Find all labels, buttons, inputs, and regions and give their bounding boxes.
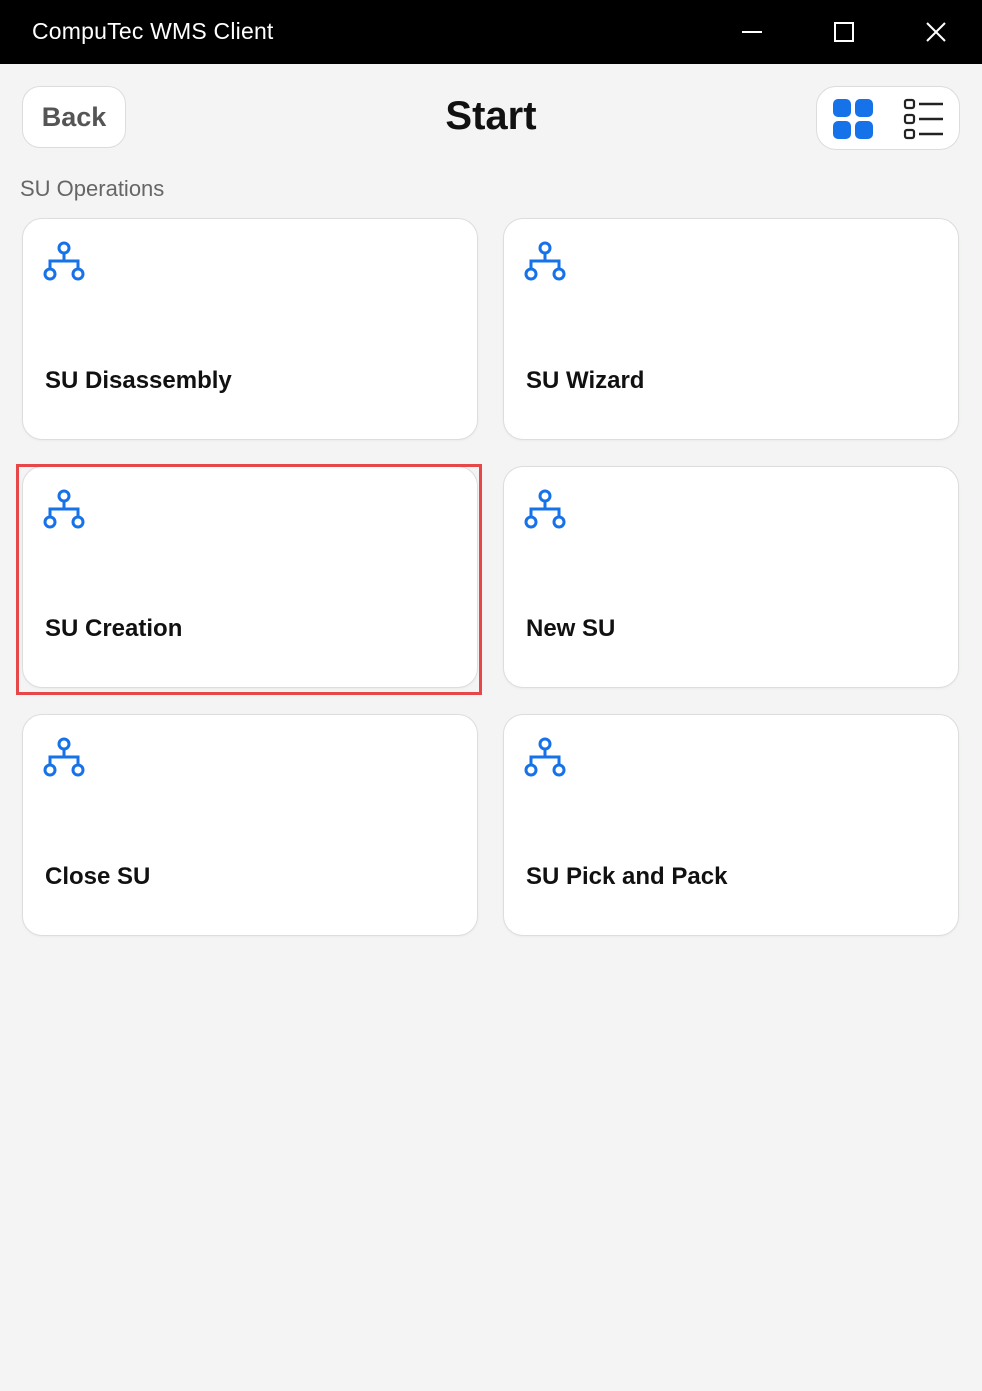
tile-su-pick-and-pack[interactable]: SU Pick and Pack (503, 714, 959, 936)
list-view-icon (903, 98, 943, 140)
grid-view-button[interactable] (831, 97, 875, 141)
hierarchy-icon (43, 241, 85, 281)
tile-label: New SU (526, 615, 616, 642)
tile-label: Close SU (45, 863, 151, 890)
grid-view-icon (833, 99, 873, 139)
window-title: CompuTec WMS Client (32, 18, 274, 44)
tile-close-su[interactable]: Close SU (22, 714, 478, 936)
section-label: SU Operations (20, 176, 165, 201)
hierarchy-icon (524, 241, 566, 281)
tile-label: SU Pick and Pack (526, 863, 728, 890)
close-icon (926, 22, 946, 42)
tile-label: SU Wizard (526, 367, 645, 394)
tile-su-wizard[interactable]: SU Wizard (503, 218, 959, 440)
maximize-icon (834, 22, 854, 42)
hierarchy-icon (524, 489, 566, 529)
tile-new-su[interactable]: New SU (503, 466, 959, 688)
minimize-button[interactable] (720, 0, 784, 64)
page-header: Back Start (0, 64, 982, 174)
close-button[interactable] (904, 0, 968, 64)
hierarchy-icon (524, 737, 566, 777)
window-titlebar: CompuTec WMS Client (0, 0, 982, 64)
hierarchy-icon (43, 737, 85, 777)
tile-label: SU Creation (45, 615, 183, 642)
list-view-button[interactable] (901, 97, 945, 141)
tile-su-disassembly[interactable]: SU Disassembly (22, 218, 478, 440)
tile-label: SU Disassembly (45, 367, 232, 394)
minimize-icon (742, 31, 762, 33)
tile-su-creation[interactable]: SU Creation (22, 466, 478, 688)
hierarchy-icon (43, 489, 85, 529)
view-toggle (816, 86, 960, 150)
maximize-button[interactable] (812, 0, 876, 64)
